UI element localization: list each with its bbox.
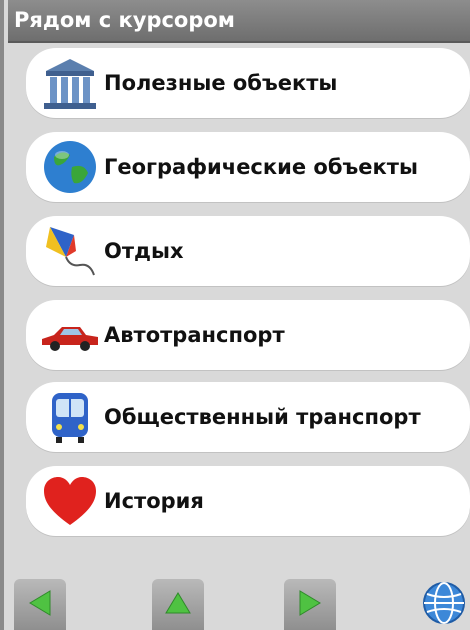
menu-item-useful-objects[interactable]: Полезные объекты <box>26 48 470 118</box>
globe-icon <box>421 580 467 630</box>
menu-item-label: Автотранспорт <box>104 323 285 347</box>
menu-item-public-transport[interactable]: Общественный транспорт <box>26 382 470 452</box>
bottom-toolbar <box>8 577 470 630</box>
menu-item-label: Полезные объекты <box>104 71 338 95</box>
scroll-up-button[interactable] <box>152 579 204 630</box>
heart-icon <box>38 469 102 533</box>
arrow-up-icon <box>162 587 194 623</box>
menu-item-label: Отдых <box>104 239 184 263</box>
menu-item-label: История <box>104 489 204 513</box>
arrow-right-icon <box>294 587 326 623</box>
page-title: Рядом с курсором <box>8 0 470 43</box>
museum-building-icon <box>38 51 102 115</box>
back-button[interactable] <box>14 579 66 630</box>
forward-button[interactable] <box>284 579 336 630</box>
bus-icon <box>38 385 102 449</box>
screen-frame: Рядом с курсором Полезные объекты Геогра… <box>0 0 470 630</box>
menu-item-recreation[interactable]: Отдых <box>26 216 470 286</box>
menu-item-label: Географические объекты <box>104 155 418 179</box>
map-globe-button[interactable] <box>418 579 470 630</box>
menu-item-geographic-objects[interactable]: Географические объекты <box>26 132 470 202</box>
red-car-icon <box>38 303 102 367</box>
menu-item-vehicles[interactable]: Автотранспорт <box>26 300 470 370</box>
menu-item-label: Общественный транспорт <box>104 405 421 429</box>
kite-icon <box>38 219 102 283</box>
menu-item-history[interactable]: История <box>26 466 470 536</box>
arrow-left-icon <box>24 587 56 623</box>
earth-globe-icon <box>38 135 102 199</box>
